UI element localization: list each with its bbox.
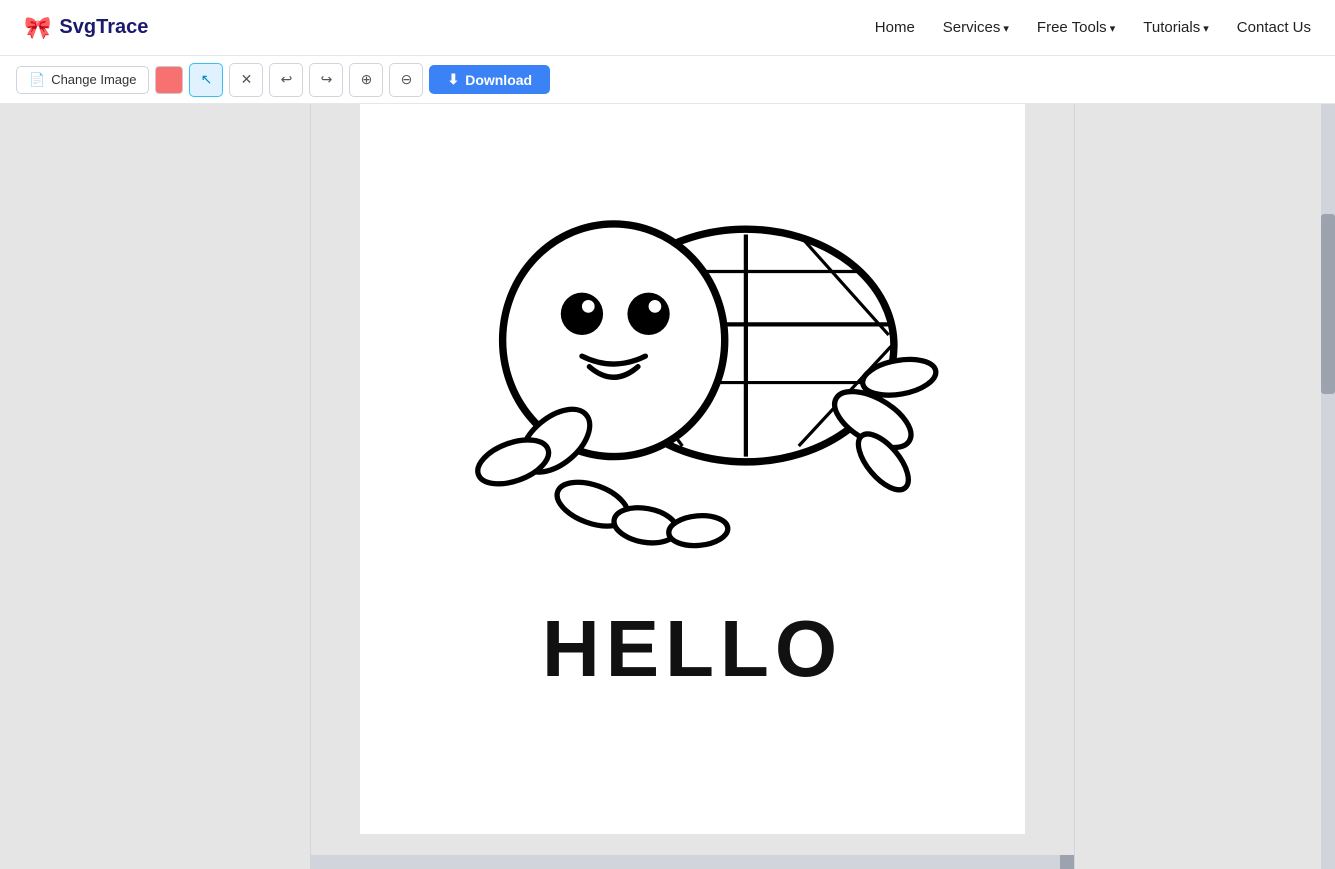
navbar: 🎀 SvgTrace Home Services Free Tools Tuto… (0, 0, 1335, 56)
redo-button[interactable]: ↪ (309, 63, 343, 97)
logo: 🎀 SvgTrace (24, 15, 148, 41)
nav-link-services[interactable]: Services (943, 19, 1009, 36)
change-image-label: Change Image (51, 72, 136, 87)
zoom-in-icon: ⊕ (361, 71, 373, 88)
undo-button[interactable]: ↩ (269, 63, 303, 97)
zoom-out-button[interactable]: ⊖ (389, 63, 423, 97)
turtle-image (418, 134, 968, 583)
vertical-scrollbar[interactable] (1321, 104, 1335, 869)
logo-text: SvgTrace (59, 16, 148, 39)
redo-icon: ↪ (321, 71, 333, 88)
file-icon: 📄 (29, 72, 45, 88)
nav-item-services[interactable]: Services (943, 19, 1009, 37)
nav-link-contact[interactable]: Contact Us (1237, 19, 1311, 36)
download-icon: ⬇ (447, 71, 459, 88)
nav-link-home[interactable]: Home (875, 19, 915, 36)
nav-item-contact[interactable]: Contact Us (1237, 19, 1311, 37)
zoom-in-button[interactable]: ⊕ (349, 63, 383, 97)
logo-icon: 🎀 (24, 15, 51, 41)
download-label: Download (465, 72, 532, 88)
nav-item-home[interactable]: Home (875, 19, 915, 37)
nav-item-tutorials[interactable]: Tutorials (1143, 19, 1209, 37)
eraser-icon: ✕ (241, 71, 253, 88)
pointer-icon: ↖ (201, 71, 213, 88)
pointer-tool-button[interactable]: ↖ (189, 63, 223, 97)
main-area: HELLO (0, 104, 1335, 869)
nav-link-tutorials[interactable]: Tutorials (1143, 19, 1209, 36)
horizontal-scrollbar[interactable] (311, 855, 1074, 869)
zoom-out-icon: ⊖ (401, 71, 413, 88)
vertical-scrollbar-thumb[interactable] (1321, 214, 1335, 394)
canvas-area[interactable]: HELLO (311, 104, 1074, 869)
nav-links: Home Services Free Tools Tutorials Conta… (875, 19, 1311, 37)
turtle-svg (418, 134, 968, 578)
nav-item-free-tools[interactable]: Free Tools (1037, 19, 1115, 37)
change-image-button[interactable]: 📄 Change Image (16, 66, 149, 94)
toolbar: 📄 Change Image ↖ ✕ ↩ ↪ ⊕ ⊖ ⬇ Download (0, 56, 1335, 104)
undo-icon: ↩ (281, 71, 293, 88)
nav-link-free-tools[interactable]: Free Tools (1037, 19, 1115, 36)
eraser-tool-button[interactable]: ✕ (229, 63, 263, 97)
canvas-inner: HELLO (360, 104, 1025, 834)
left-panel (0, 104, 310, 869)
right-panel (1075, 104, 1335, 869)
color-swatch[interactable] (155, 66, 183, 94)
horizontal-scrollbar-thumb[interactable] (1060, 855, 1074, 869)
download-button[interactable]: ⬇ Download (429, 65, 550, 94)
hello-text: HELLO (542, 603, 843, 695)
